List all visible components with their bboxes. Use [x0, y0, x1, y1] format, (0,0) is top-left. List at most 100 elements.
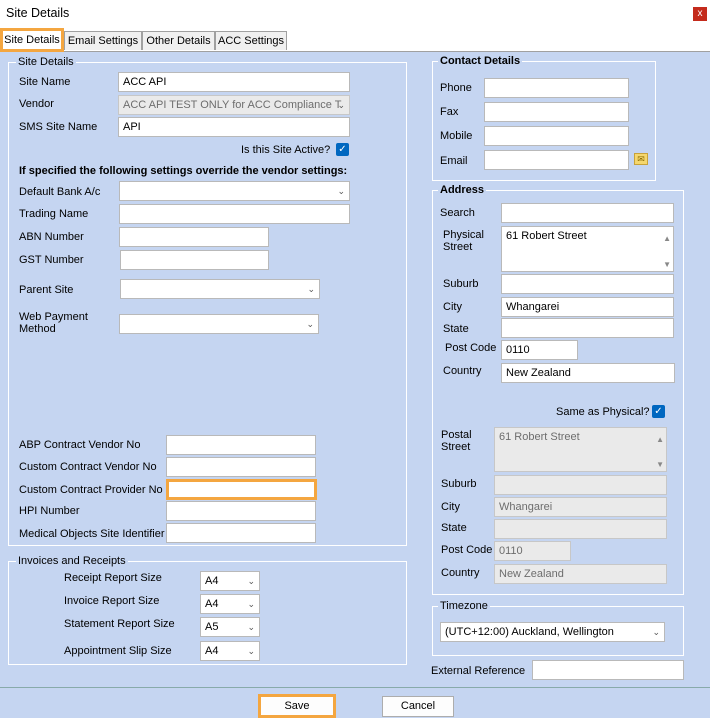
- sms-site-name-label: SMS Site Name: [19, 121, 98, 133]
- tab-site-details[interactable]: Site Details: [0, 28, 64, 52]
- receipt-size-value: A4: [205, 575, 219, 587]
- site-details-legend: Site Details: [16, 56, 76, 68]
- external-reference-input[interactable]: [532, 660, 684, 680]
- country-input[interactable]: New Zealand: [501, 363, 675, 383]
- default-bank-select[interactable]: ⌄: [119, 181, 350, 201]
- chevron-down-icon: ⌄: [337, 186, 345, 196]
- country-label: Country: [443, 365, 482, 377]
- phone-input[interactable]: [484, 78, 629, 98]
- appointment-slip-value: A4: [205, 645, 219, 657]
- invoice-size-select[interactable]: A4 ⌄: [200, 594, 260, 614]
- invoices-legend: Invoices and Receipts: [16, 555, 128, 567]
- physical-street-value: 61 Robert Street: [506, 230, 587, 242]
- parent-site-label: Parent Site: [19, 284, 74, 296]
- hpi-number-label: HPI Number: [19, 505, 80, 517]
- postal-city-label: City: [441, 501, 460, 513]
- external-reference-label: External Reference: [431, 665, 526, 677]
- parent-site-select[interactable]: ⌄: [120, 279, 320, 299]
- postal-street-textarea: 61 Robert Street ▲ ▼: [494, 427, 667, 472]
- custom-contract-provider-input[interactable]: [166, 479, 317, 500]
- invoice-size-value: A4: [205, 598, 219, 610]
- postal-suburb-input: [494, 475, 667, 495]
- scroll-down-icon[interactable]: ▼: [663, 256, 671, 271]
- hpi-number-input[interactable]: [166, 501, 316, 521]
- title-bar: [0, 0, 710, 29]
- vendor-label: Vendor: [19, 98, 54, 110]
- receipt-size-select[interactable]: A4 ⌄: [200, 571, 260, 591]
- envelope-icon[interactable]: ✉: [634, 153, 648, 165]
- postal-country-input: New Zealand: [494, 564, 667, 584]
- custom-contract-provider-label: Custom Contract Provider No: [19, 484, 163, 496]
- statement-size-select[interactable]: A5 ⌄: [200, 617, 260, 637]
- tab-email-settings[interactable]: Email Settings: [64, 31, 142, 50]
- vendor-value: ACC API TEST ONLY for ACC Compliance T: [123, 99, 342, 111]
- medical-objects-input[interactable]: [166, 523, 316, 543]
- fax-input[interactable]: [484, 102, 629, 122]
- web-payment-label: Web Payment: [19, 311, 88, 323]
- web-payment-select[interactable]: ⌄: [119, 314, 319, 334]
- suburb-input[interactable]: [501, 274, 674, 294]
- scroll-up-icon: ▲: [656, 435, 664, 444]
- same-as-physical-label: Same as Physical?: [556, 406, 650, 418]
- abp-contract-input[interactable]: [166, 435, 316, 455]
- gst-number-label: GST Number: [19, 254, 84, 266]
- mobile-label: Mobile: [440, 130, 473, 142]
- chevron-down-icon: ⌄: [247, 599, 255, 609]
- scroll-down-icon: ▼: [656, 460, 664, 469]
- chevron-down-icon: ⌄: [307, 284, 315, 294]
- custom-contract-vendor-input[interactable]: [166, 457, 316, 477]
- search-label: Search: [440, 207, 475, 219]
- trading-name-label: Trading Name: [19, 208, 89, 220]
- abp-contract-label: ABP Contract Vendor No: [19, 439, 141, 451]
- abn-number-input[interactable]: [119, 227, 269, 247]
- post-code-label: Post Code: [445, 342, 497, 354]
- appointment-slip-label: Appointment Slip Size: [64, 645, 172, 657]
- timezone-value: (UTC+12:00) Auckland, Wellington: [445, 626, 614, 638]
- address-search-input[interactable]: [501, 203, 674, 223]
- save-button[interactable]: Save: [258, 694, 336, 718]
- sms-site-name-input[interactable]: API: [118, 117, 350, 137]
- override-heading: If specified the following settings over…: [19, 165, 348, 177]
- chevron-down-icon: ⌄: [306, 319, 314, 329]
- chevron-down-icon: ⌄: [247, 622, 255, 632]
- vendor-select[interactable]: ACC API TEST ONLY for ACC Compliance T ⌄: [118, 95, 350, 115]
- gst-number-input[interactable]: [120, 250, 269, 270]
- chevron-down-icon: ⌄: [652, 627, 660, 637]
- web-payment-label-2: Method: [19, 323, 56, 335]
- site-name-input[interactable]: ACC API: [118, 72, 350, 92]
- postal-country-label: Country: [441, 567, 480, 579]
- physical-street-label: Physical: [443, 229, 484, 241]
- medical-objects-label: Medical Objects Site Identifier: [19, 528, 165, 540]
- statement-size-label: Statement Report Size: [64, 618, 175, 630]
- tab-acc-settings[interactable]: ACC Settings: [215, 31, 287, 50]
- city-label: City: [443, 301, 462, 313]
- physical-street-label-2: Street: [443, 241, 473, 253]
- receipt-size-label: Receipt Report Size: [64, 572, 162, 584]
- contact-legend: Contact Details: [438, 55, 523, 67]
- email-input[interactable]: [484, 150, 629, 170]
- physical-street-textarea[interactable]: 61 Robert Street ▲ ▼: [501, 226, 674, 272]
- cancel-button[interactable]: Cancel: [382, 696, 454, 717]
- post-code-input[interactable]: 0110: [501, 340, 578, 360]
- site-active-checkbox[interactable]: ✓: [336, 143, 349, 156]
- state-label: State: [443, 323, 469, 335]
- site-name-label: Site Name: [19, 76, 71, 88]
- mobile-input[interactable]: [484, 126, 629, 146]
- fax-label: Fax: [440, 106, 459, 118]
- state-input[interactable]: [501, 318, 674, 338]
- trading-name-input[interactable]: [119, 204, 350, 224]
- same-as-physical-checkbox[interactable]: ✓: [652, 405, 665, 418]
- scroll-up-icon[interactable]: ▲: [663, 230, 671, 248]
- invoice-size-label: Invoice Report Size: [64, 595, 160, 607]
- close-button[interactable]: x: [693, 7, 707, 21]
- timezone-select[interactable]: (UTC+12:00) Auckland, Wellington ⌄: [440, 622, 665, 642]
- tab-other-details[interactable]: Other Details: [142, 31, 215, 50]
- email-label: Email: [440, 155, 468, 167]
- abn-number-label: ABN Number: [19, 231, 84, 243]
- postal-city-input: Whangarei: [494, 497, 667, 517]
- appointment-slip-select[interactable]: A4 ⌄: [200, 641, 260, 661]
- phone-label: Phone: [440, 82, 472, 94]
- statement-size-value: A5: [205, 621, 219, 633]
- city-input[interactable]: Whangarei: [501, 297, 674, 317]
- postal-state-input: [494, 519, 667, 539]
